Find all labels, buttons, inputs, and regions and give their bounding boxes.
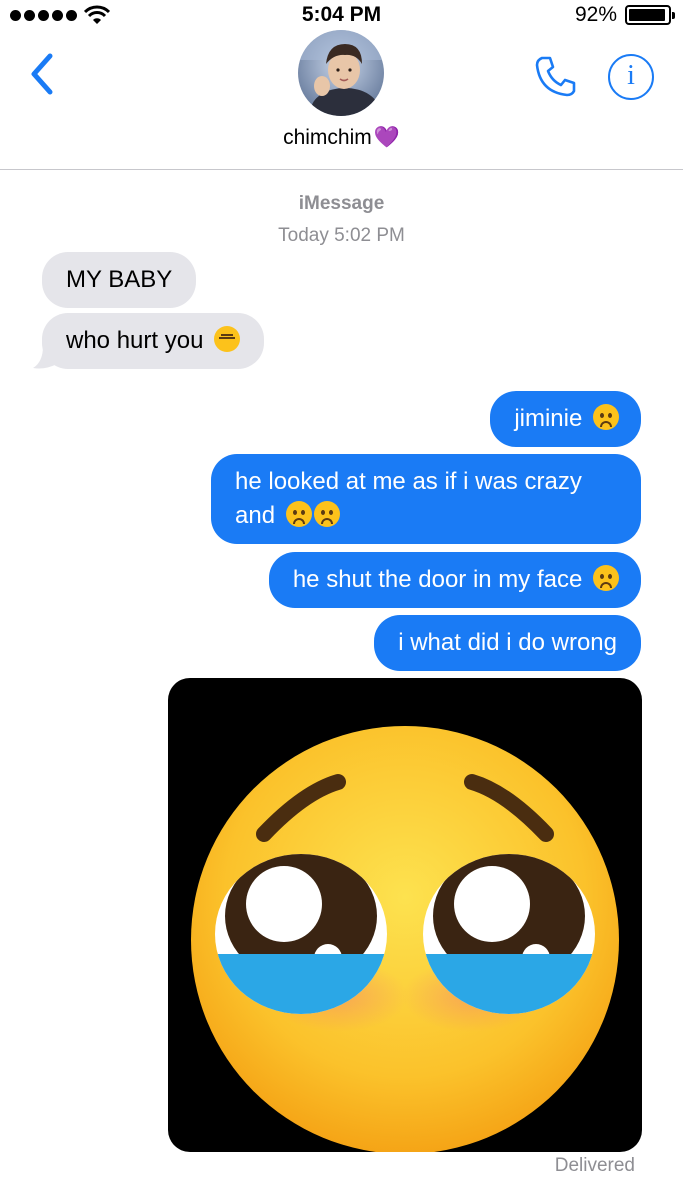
message-text: jiminie: [514, 405, 583, 432]
frowning-face-icon: [593, 565, 619, 591]
incoming-message[interactable]: who hurt you: [42, 313, 265, 369]
delivery-status: Delivered: [554, 1155, 635, 1176]
bubble-tail-icon: [33, 346, 57, 369]
message-text: who hurt you: [66, 327, 204, 354]
phone-icon[interactable]: [532, 52, 580, 100]
battery-percent: 92%: [574, 3, 617, 26]
frowning-face-icon: [285, 501, 312, 527]
avatar[interactable]: [298, 30, 384, 116]
info-icon[interactable]: i: [608, 54, 654, 100]
message-text-line2: and: [235, 502, 276, 529]
outgoing-message[interactable]: i what did i do wrong: [374, 615, 641, 671]
service-label: iMessage: [298, 193, 385, 214]
image-message[interactable]: [168, 678, 642, 1152]
pleading-face-icon: [191, 726, 619, 1152]
contact-name[interactable]: chimchim💜: [0, 126, 683, 150]
message-text: he shut the door in my face: [292, 566, 583, 593]
incoming-message[interactable]: MY BABY: [42, 252, 197, 308]
contact-name-text: chimchim: [283, 126, 372, 149]
outgoing-message[interactable]: jiminie: [490, 391, 641, 447]
status-bar: 5:04 PM 92%: [0, 0, 683, 30]
outgoing-message[interactable]: he looked at me as if i was crazy and: [211, 454, 641, 544]
expressionless-face-icon: [214, 326, 241, 352]
conversation-timestamp: Today 5:02 PM: [278, 225, 405, 246]
purple-heart-icon: 💜: [373, 126, 400, 149]
conversation-header: chimchim💜 i: [0, 30, 683, 170]
chevron-left-icon[interactable]: [22, 48, 62, 100]
outgoing-message[interactable]: he shut the door in my face: [268, 552, 641, 608]
message-text: MY BABY: [66, 266, 173, 293]
frowning-face-icon: [593, 404, 619, 430]
frowning-face-icon: [313, 501, 340, 527]
message-text-line1: he looked at me as if i was crazy: [235, 468, 582, 495]
message-text: i what did i do wrong: [398, 629, 617, 656]
battery-icon: [625, 5, 675, 25]
